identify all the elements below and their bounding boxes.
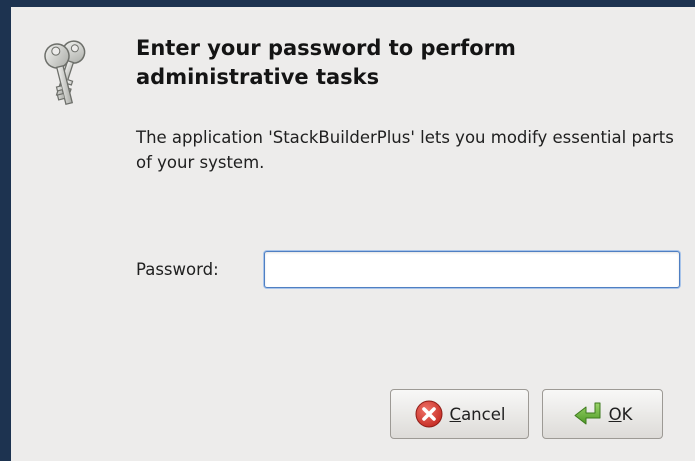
keys-icon [41, 36, 89, 108]
password-label: Password: [136, 260, 219, 279]
enter-arrow-icon [573, 399, 603, 429]
cancel-button[interactable]: Cancel [390, 389, 529, 439]
cancel-icon [414, 399, 444, 429]
ok-button[interactable]: OK [542, 389, 663, 439]
cancel-button-label: Cancel [449, 404, 506, 424]
ok-button-label: OK [608, 404, 633, 424]
dialog-heading: Enter your password to perform administr… [136, 36, 516, 89]
password-input[interactable] [264, 251, 680, 288]
dialog-description: The application 'StackBuilderPlus' lets … [136, 128, 674, 172]
password-dialog: Enter your password to perform administr… [11, 7, 695, 461]
